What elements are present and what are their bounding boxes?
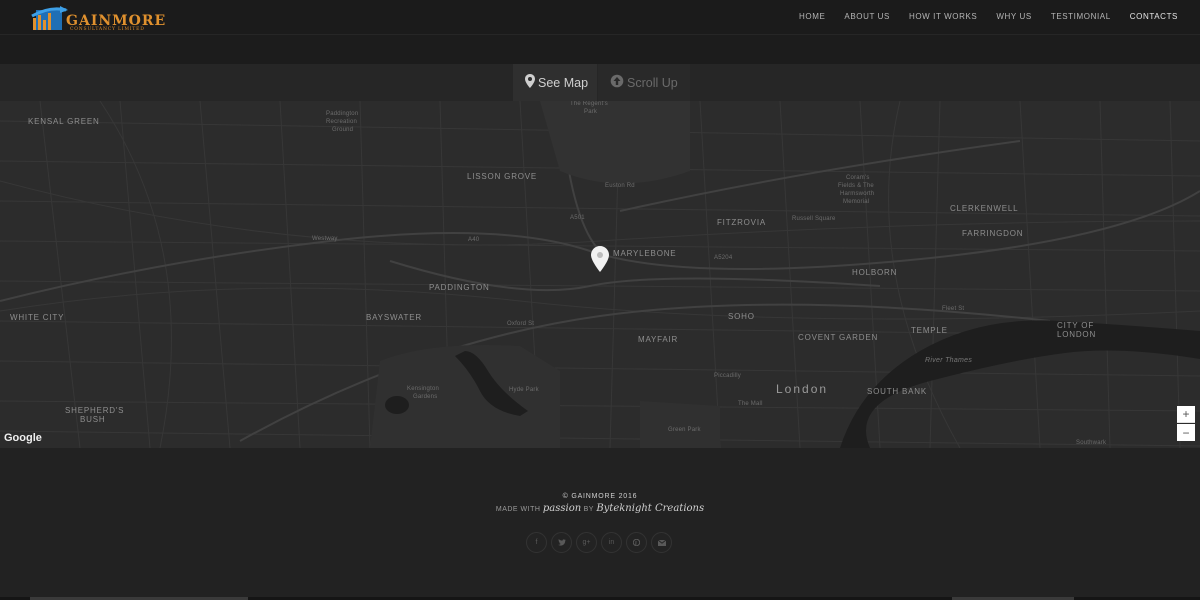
brand-tagline: CONSULTANCY LIMITED <box>70 27 145 32</box>
map-label-london-city: LONDON <box>1057 330 1097 339</box>
map-label-white-city: WHITE CITY <box>10 313 65 322</box>
map-label-minor: Piccadilly <box>714 373 742 379</box>
map-label-minor: Hyde Park <box>509 387 539 393</box>
map-label-bayswater: BAYSWATER <box>366 313 422 322</box>
map-label-minor: Paddington <box>326 111 359 117</box>
tab-see-map-label: See Map <box>538 75 589 90</box>
copyright-text: © GAINMORE 2016 <box>562 493 638 500</box>
map-label-minor: Ground <box>332 127 354 133</box>
nav-item-why-us[interactable]: WHY US <box>996 12 1031 21</box>
map-tabs: See Map Scroll Up <box>0 64 1200 101</box>
map-label-minor: Oxford St <box>507 321 535 327</box>
map-label-minor: Gardens <box>413 394 438 400</box>
map-label-minor: A40 <box>468 237 480 243</box>
nav-item-how-it-works[interactable]: HOW IT WORKS <box>909 12 977 21</box>
arrow-circle-up-icon <box>610 74 624 91</box>
zoom-in-button[interactable]: + <box>1177 406 1195 423</box>
map-label-minor: The Mall <box>738 401 763 407</box>
map-label-mayfair: MAYFAIR <box>638 335 679 344</box>
map-label-temple: TEMPLE <box>911 326 948 335</box>
tab-scroll-up-label: Scroll Up <box>627 75 678 90</box>
map-label-minor: A501 <box>570 215 585 221</box>
map-label-minor: Fleet St <box>942 306 965 312</box>
passion-text: passion <box>542 503 582 514</box>
map-label-minor: Recreation <box>326 119 358 125</box>
tab-scroll-up[interactable]: Scroll Up <box>598 64 690 101</box>
facebook-icon[interactable]: f <box>526 532 547 553</box>
map-label-minor: Westway <box>312 236 338 242</box>
nav-item-home[interactable]: HOME <box>799 12 825 21</box>
site-footer: © GAINMORE 2016 MADE WITH passion BY Byt… <box>0 448 1200 600</box>
map-label-covent-garden: COVENT GARDEN <box>798 333 879 342</box>
map-label-minor: Memorial <box>843 199 870 205</box>
google-plus-icon[interactable]: g+ <box>576 532 597 553</box>
social-links: f g+ in <box>526 532 672 553</box>
gainmore-logo[interactable]: GAINMORE CONSULTANCY LIMITED <box>30 2 165 33</box>
header-band <box>0 35 1200 64</box>
map-label-clerkenwell: CLERKENWELL <box>950 204 1019 213</box>
google-map[interactable]: KENSAL GREEN LISSON GROVE FITZROVIA CLER… <box>0 101 1200 448</box>
map-label-minor: A5204 <box>714 255 733 261</box>
made-with-text: MADE WITH <box>495 506 541 513</box>
author-link[interactable]: Byteknight Creations <box>596 503 704 514</box>
map-label-marylebone: MARYLEBONE <box>613 249 677 258</box>
map-label-shepherds: SHEPHERD'S <box>65 406 125 415</box>
google-attribution[interactable]: Google <box>4 432 42 444</box>
map-label-farringdon: FARRINGDON <box>962 229 1024 238</box>
map-roads <box>0 101 1200 448</box>
map-label-holborn: HOLBORN <box>852 268 898 277</box>
map-label-minor: Southwark <box>1076 440 1107 446</box>
map-label-minor: Park <box>584 109 598 115</box>
map-label-minor: Green Park <box>668 427 701 433</box>
map-label-paddington: PADDINGTON <box>429 283 490 292</box>
by-text: BY <box>583 506 594 513</box>
linkedin-icon[interactable]: in <box>601 532 622 553</box>
nav-item-about-us[interactable]: ABOUT US <box>844 12 890 21</box>
map-label-fitzrovia: FITZROVIA <box>717 218 766 227</box>
pinterest-icon[interactable] <box>626 532 647 553</box>
tab-see-map[interactable]: See Map <box>513 64 597 101</box>
site-header: GAINMORE CONSULTANCY LIMITED HOME ABOUT … <box>0 0 1200 35</box>
nav-item-contacts[interactable]: CONTACTS <box>1130 12 1178 21</box>
map-label-soho: SOHO <box>728 312 755 321</box>
location-pin-icon[interactable] <box>591 246 609 272</box>
map-label-bush: BUSH <box>80 415 106 424</box>
map-label-london: London <box>776 382 829 396</box>
map-label-river-thames: River Thames <box>925 357 973 364</box>
zoom-out-button[interactable]: − <box>1177 424 1195 441</box>
email-icon[interactable] <box>651 532 672 553</box>
map-label-lisson-grove: LISSON GROVE <box>467 172 538 181</box>
map-label-minor: Fields & The <box>838 183 874 189</box>
twitter-icon[interactable] <box>551 532 572 553</box>
map-label-minor: Kensington <box>407 386 440 392</box>
credit-line: MADE WITH passion BY Byteknight Creation… <box>0 503 1200 514</box>
map-label-minor: Coram's <box>846 175 870 181</box>
map-label-kensal-green: KENSAL GREEN <box>28 117 100 126</box>
map-label-south-bank: SOUTH BANK <box>867 387 928 396</box>
map-label-minor: Euston Rd <box>605 183 635 189</box>
map-label-minor: The Regent's <box>570 101 608 107</box>
nav-item-testimonial[interactable]: TESTIMONIAL <box>1051 12 1111 21</box>
map-label-minor: Russell Square <box>792 216 836 222</box>
map-label-minor: Harmsworth <box>840 191 875 197</box>
map-marker-icon <box>525 74 535 91</box>
map-label-city-of: CITY OF <box>1057 321 1095 330</box>
main-nav: HOME ABOUT US HOW IT WORKS WHY US TESTIM… <box>780 12 1178 21</box>
